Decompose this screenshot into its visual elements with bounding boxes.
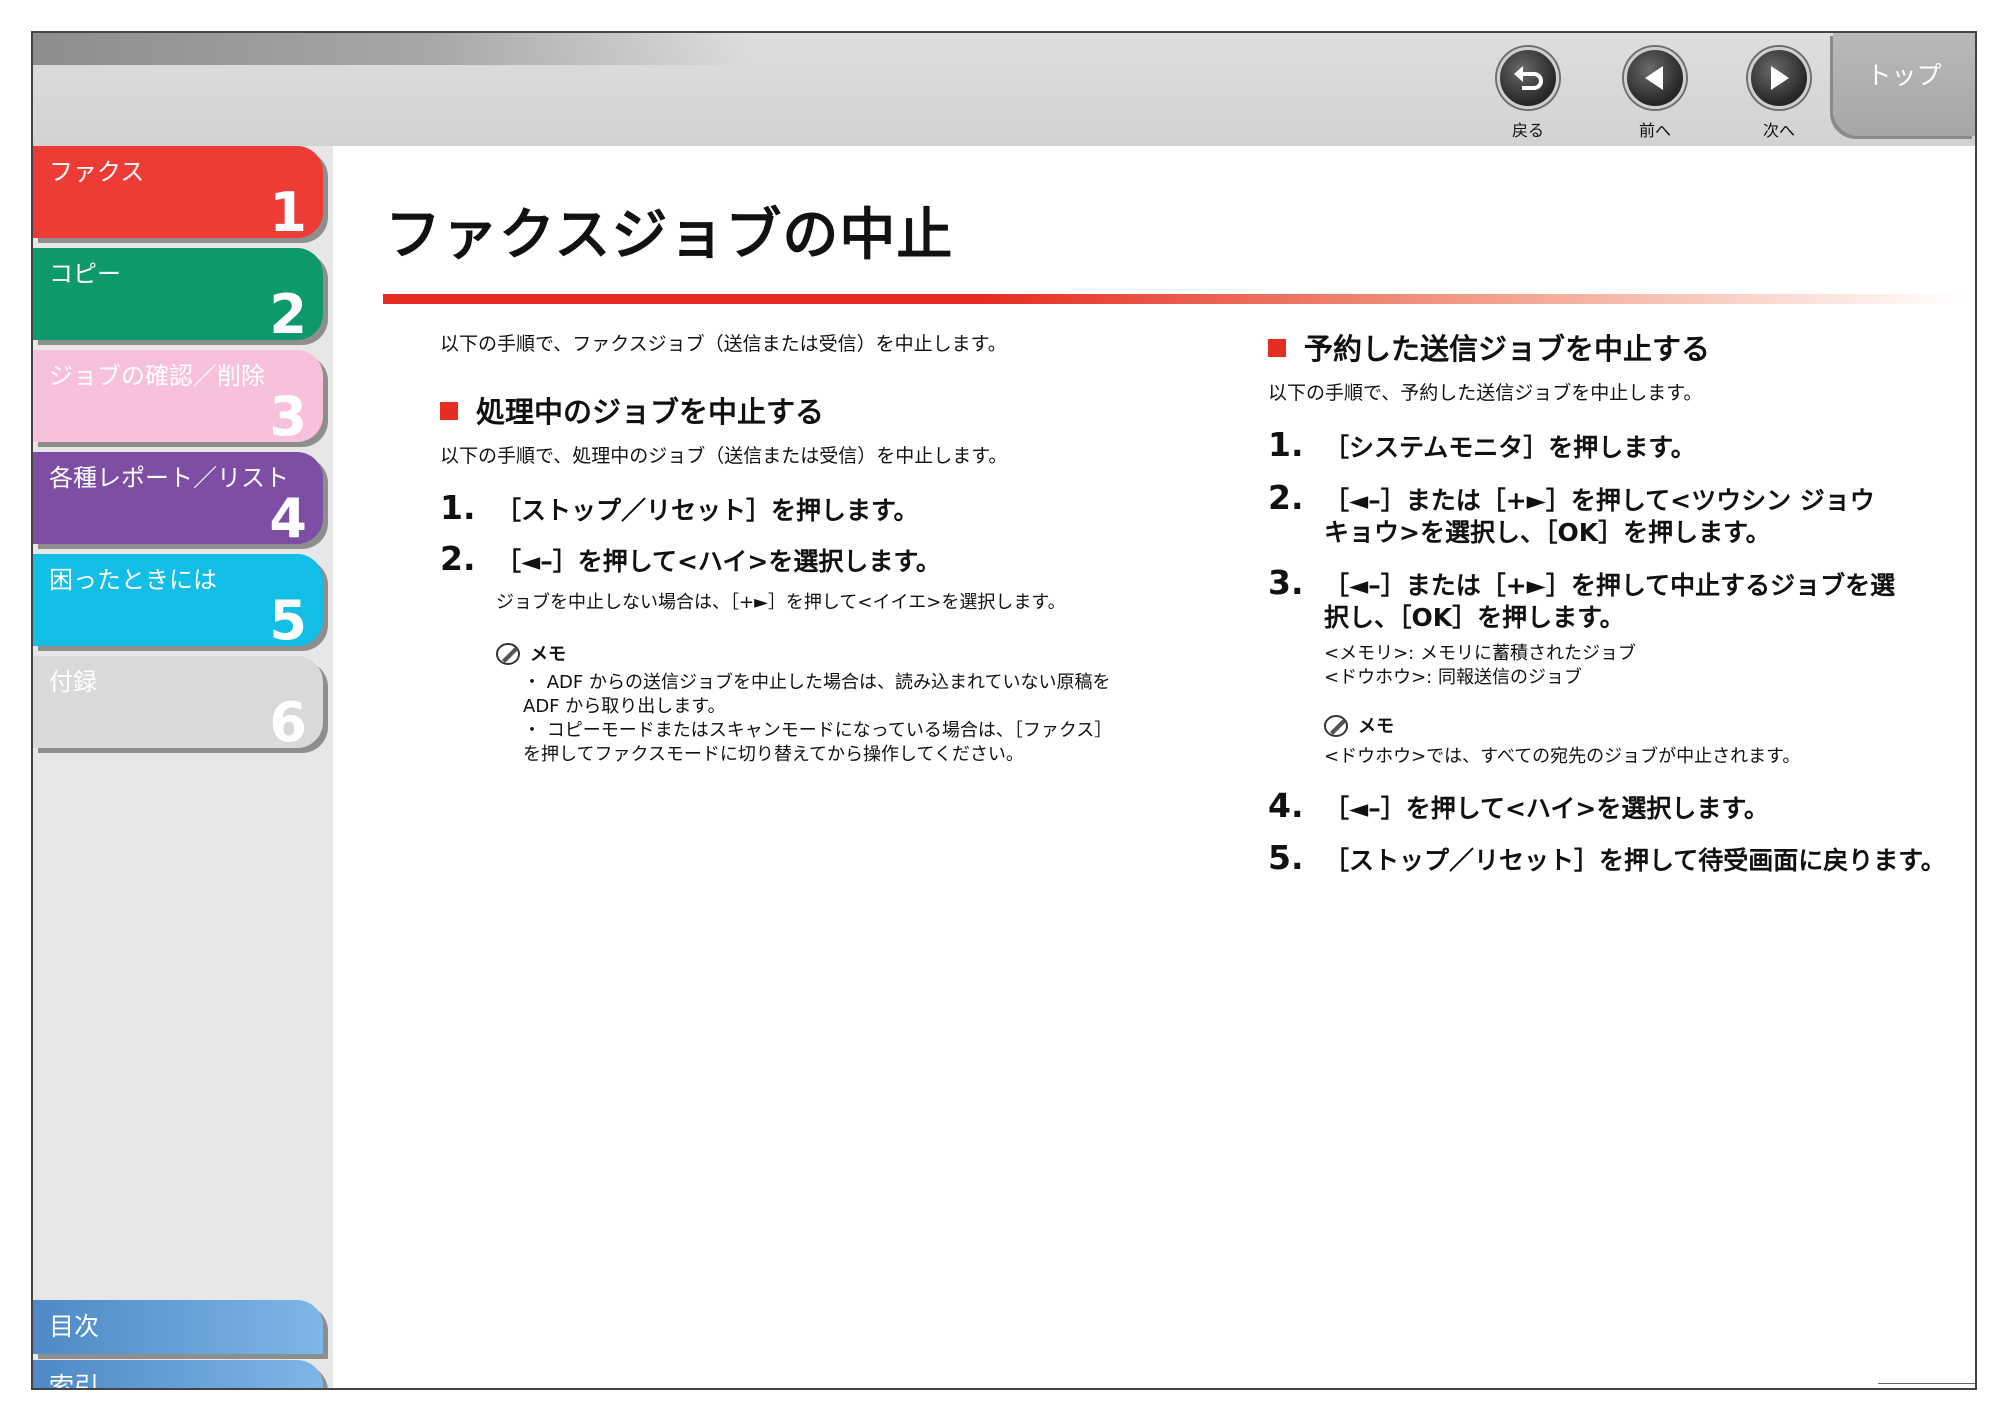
step-text: ［◄–］または［+►］を押して<ツウシン ジョウ キョウ>を選択し、［OK］を押… (1324, 486, 1875, 547)
step-text: ［◄–］を押して<ハイ>を選択します。 (1324, 794, 1769, 823)
section-heading-text: 予約した送信ジョブを中止する (1304, 332, 1711, 366)
main-content: ファクスジョブの中止 以下の手順で、ファクスジョブ（送信または受信）を中止します… (333, 146, 1975, 1388)
step-number: 1. (1268, 425, 1304, 464)
prev-arrow-icon (1624, 47, 1686, 109)
chapter-title: 付録 (49, 668, 97, 696)
square-bullet-icon (440, 402, 458, 420)
chapter-number: 6 (269, 691, 307, 754)
manual-page: 戻る 前へ 次へ トップ ファクス 1 コピー 2 ジョブの確認／削除 3 各種… (31, 31, 1977, 1390)
title-underline (383, 294, 1963, 304)
chapter-title: コピー (49, 260, 121, 288)
memo-item-text: ADF からの送信ジョブを中止した場合は、読み込まれていない原稿を ADF から… (523, 672, 1111, 717)
back-button[interactable]: 戻る (1488, 47, 1568, 147)
section-intro: 以下の手順で、予約した送信ジョブを中止します。 (1268, 382, 1703, 404)
step-text: ［システムモニタ］を押します。 (1324, 433, 1696, 462)
chapter-tab-reports[interactable]: 各種レポート／リスト 4 (33, 452, 323, 550)
page-number-rule (1878, 1383, 1975, 1384)
prev-button[interactable]: 前へ (1615, 47, 1695, 147)
toolbar-stripe (33, 33, 753, 65)
top-page-tab[interactable]: トップ (1833, 33, 1975, 136)
step-text: ［◄–］または［+►］を押して中止するジョブを選 択し、［OK］を押します。 (1324, 571, 1896, 632)
section-heading-processing: 処理中のジョブを中止する (440, 389, 824, 431)
memo-label: メモ (1358, 716, 1394, 737)
step-number: 2. (440, 539, 476, 578)
pencil-memo-icon (1324, 715, 1348, 737)
memo-item: ・ コピーモードまたはスキャンモードになっている場合は、［ファクス］ を押してフ… (523, 720, 1113, 765)
back-icon (1497, 47, 1559, 109)
step-text: ［ストップ／リセット］を押して待受画面に戻ります。 (1324, 846, 1946, 875)
chapter-tab-troubleshooting[interactable]: 困ったときには 5 (33, 554, 323, 652)
section-heading-text: 処理中のジョブを中止する (476, 395, 825, 429)
step-text: ［◄–］を押して<ハイ>を選択します。 (496, 547, 941, 576)
step-number: 3. (1268, 563, 1304, 602)
pencil-memo-icon (496, 643, 520, 665)
memo-item-text: コピーモードまたはスキャンモードになっている場合は、［ファクス］ を押してファク… (523, 720, 1113, 765)
chapter-tab-job-status[interactable]: ジョブの確認／削除 3 (33, 350, 323, 448)
chapter-number: 4 (269, 487, 307, 550)
section-heading-reserved: 予約した送信ジョブを中止する (1268, 326, 1710, 368)
step-note: ジョブを中止しない場合は、［+►］を押して<イイエ>を選択します。 (496, 592, 1066, 613)
chapter-number: 2 (269, 283, 307, 346)
chapter-sidebar: ファクス 1 コピー 2 ジョブの確認／削除 3 各種レポート／リスト 4 困っ… (33, 146, 333, 1388)
chapter-title: ファクス (49, 158, 145, 186)
section-intro: 以下の手順で、処理中のジョブ（送信または受信）を中止します。 (440, 445, 1008, 467)
step-text: ［ストップ／リセット］を押します。 (496, 496, 919, 525)
memo-item: ・ ADF からの送信ジョブを中止した場合は、読み込まれていない原稿を ADF … (523, 672, 1111, 717)
step-number: 1. (440, 488, 476, 527)
contents-link[interactable]: 目次 (33, 1300, 323, 1354)
chapter-tab-appendix[interactable]: 付録 6 (33, 656, 323, 754)
chapter-title: 困ったときには (49, 566, 217, 594)
chapter-number: 3 (269, 385, 307, 448)
memo-heading: メモ (1324, 712, 1394, 738)
back-label: 戻る (1511, 121, 1544, 140)
memo-label: メモ (530, 644, 566, 665)
page-intro: 以下の手順で、ファクスジョブ（送信または受信）を中止します。 (440, 333, 1007, 355)
chapter-tab-fax[interactable]: ファクス 1 (33, 146, 323, 244)
page-title: ファクスジョブの中止 (385, 203, 954, 268)
chapter-title: ジョブの確認／削除 (49, 362, 265, 390)
top-toolbar: 戻る 前へ 次へ トップ (33, 33, 1975, 146)
step-number: 5. (1268, 838, 1304, 877)
step-number: 4. (1268, 786, 1304, 825)
next-label: 次へ (1762, 121, 1795, 140)
memo-heading: メモ (496, 640, 566, 666)
square-bullet-icon (1268, 339, 1286, 357)
next-arrow-icon (1748, 47, 1810, 109)
index-link[interactable]: 索引 (33, 1360, 323, 1388)
prev-label: 前へ (1638, 121, 1671, 140)
chapter-number: 1 (269, 181, 307, 244)
memo-text: <ドウホウ>では、すべての宛先のジョブが中止されます。 (1324, 746, 1801, 767)
step-note: <メモリ>: メモリに蓄積されたジョブ <ドウホウ>: 同報送信のジョブ (1324, 643, 1636, 688)
chapter-title: 各種レポート／リスト (49, 464, 289, 492)
chapter-tab-copy[interactable]: コピー 2 (33, 248, 323, 346)
page-number: 1-12 (1909, 1387, 1966, 1388)
step-number: 2. (1268, 478, 1304, 517)
chapter-number: 5 (269, 589, 307, 652)
next-button[interactable]: 次へ (1739, 47, 1819, 147)
